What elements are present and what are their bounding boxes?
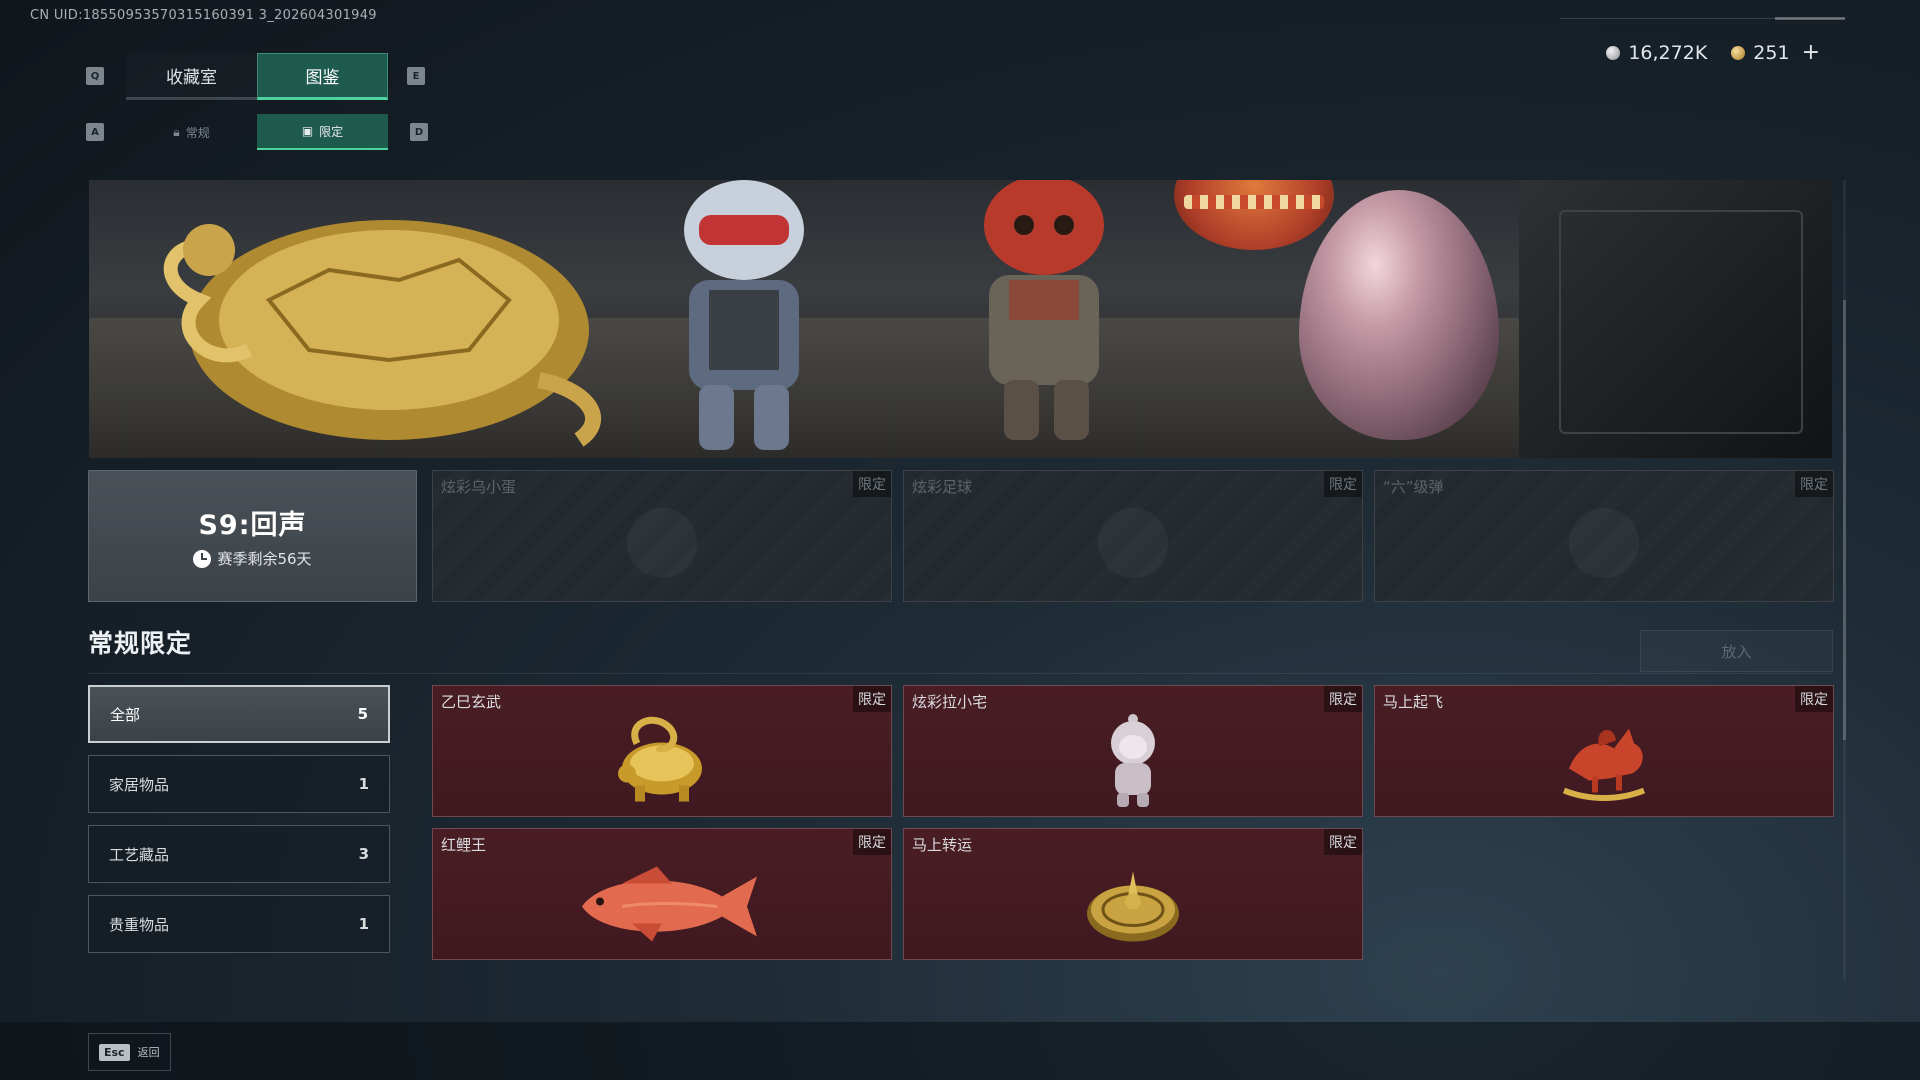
- back-button[interactable]: Esc 返回: [88, 1033, 171, 1071]
- pearl-egg-art: [1299, 190, 1499, 440]
- category-valuables[interactable]: 贵重物品 1: [88, 895, 390, 953]
- limited-tag: 限定: [853, 829, 891, 855]
- item-card[interactable]: 炫彩拉小宅 限定: [903, 685, 1363, 817]
- golden-wheel-icon: [1087, 871, 1179, 942]
- locked-item-card[interactable]: 炫彩足球 限定: [903, 470, 1363, 602]
- subtab-limited[interactable]: ▣ 限定: [257, 114, 388, 150]
- item-name: 乙巳玄武: [441, 693, 502, 711]
- scrollbar-thumb[interactable]: [1843, 300, 1846, 740]
- astronaut-figure-art: [684, 180, 804, 450]
- gold-amount: 251: [1753, 41, 1790, 64]
- season-title: S9:回声: [198, 510, 307, 541]
- item-silhouette-icon: [627, 507, 697, 578]
- locked-item-name: 炫彩足球: [912, 478, 973, 496]
- equipment-case-art: [1519, 180, 1832, 458]
- category-count: 3: [358, 845, 369, 863]
- limited-tag: 限定: [1324, 829, 1362, 855]
- category-crafts[interactable]: 工艺藏品 3: [88, 825, 390, 883]
- currency-bar: 16,272K 251 +: [1606, 40, 1820, 65]
- category-count: 1: [358, 915, 369, 933]
- bottom-bar: [0, 1022, 1920, 1080]
- season-remaining-text: 赛季剩余56天: [217, 550, 312, 568]
- item-name: 红鲤王: [441, 836, 487, 854]
- category-label: 工艺藏品: [109, 845, 170, 864]
- season-banner-image: [89, 180, 1832, 458]
- silver-coin-icon: [1606, 45, 1621, 60]
- tab-prev-key-hint: Q: [86, 67, 104, 85]
- subtab-limited-label: 限定: [319, 124, 344, 139]
- lock-icon: 🔒︎: [173, 124, 180, 139]
- category-home-items[interactable]: 家居物品 1: [88, 755, 390, 813]
- season-info-panel: S9:回声 赛季剩余56天: [88, 470, 417, 602]
- sub-tabs: 🔒︎ 常规 ▣ 限定: [126, 114, 388, 150]
- category-label: 贵重物品: [109, 915, 170, 934]
- gold-coin-icon: [1731, 45, 1746, 60]
- subtab-prev-key-hint: A: [86, 123, 104, 141]
- esc-key-hint: Esc: [99, 1043, 130, 1061]
- locked-item-card[interactable]: 炫彩乌小蛋 限定: [432, 470, 892, 602]
- category-label: 全部: [110, 705, 141, 724]
- silver-currency: 16,272K: [1606, 42, 1707, 64]
- category-all[interactable]: 全部 5: [88, 685, 390, 743]
- section-divider: [88, 673, 1833, 674]
- item-name: 马上起飞: [1383, 693, 1444, 711]
- tab-catalog[interactable]: 图鉴: [257, 53, 388, 100]
- limited-tag: 限定: [853, 471, 891, 497]
- silver-amount: 16,272K: [1628, 41, 1708, 64]
- player-uid: CN UID:18550953570315160391 3_2026043019…: [30, 8, 377, 23]
- image-icon: ▣: [301, 124, 314, 138]
- category-count: 5: [357, 705, 368, 723]
- limited-tag: 限定: [853, 686, 891, 712]
- section-title: 常规限定: [88, 629, 193, 658]
- red-carp-icon: [582, 866, 757, 942]
- item-card[interactable]: 乙巳玄武 限定: [432, 685, 892, 817]
- item-silhouette-icon: [1569, 507, 1639, 578]
- decorative-ball-art: [1174, 180, 1334, 250]
- tab-collection-room[interactable]: 收藏室: [126, 53, 257, 100]
- tab-next-key-hint: E: [407, 67, 425, 85]
- item-name: 炫彩拉小宅: [912, 693, 988, 711]
- put-in-button[interactable]: 放入: [1640, 630, 1833, 672]
- gold-currency: 251 +: [1731, 40, 1820, 65]
- golden-turtle-snake-icon: [618, 717, 702, 802]
- flying-horse-icon: [1562, 728, 1646, 802]
- locked-item-name: 炫彩乌小蛋: [441, 478, 517, 496]
- main-tabs: 收藏室 图鉴: [126, 53, 388, 100]
- category-label: 家居物品: [109, 775, 170, 794]
- limited-tag: 限定: [1795, 686, 1833, 712]
- locked-item-name: “六”级弹: [1383, 478, 1444, 496]
- doll-figure-icon: [1111, 714, 1155, 808]
- limited-tag: 限定: [1795, 471, 1833, 497]
- limited-tag: 限定: [1324, 686, 1362, 712]
- back-label: 返回: [137, 1046, 160, 1059]
- add-currency-button[interactable]: +: [1802, 40, 1820, 65]
- item-card[interactable]: 红鲤王 限定: [432, 828, 892, 960]
- limited-tag: 限定: [1324, 471, 1362, 497]
- red-helmet-figure-art: [984, 180, 1104, 440]
- golden-dragon-turtle-art: [163, 220, 602, 447]
- item-name: 马上转运: [912, 836, 973, 854]
- subtab-regular[interactable]: 🔒︎ 常规: [126, 114, 257, 150]
- category-count: 1: [358, 775, 369, 793]
- item-card[interactable]: 马上起飞 限定: [1374, 685, 1834, 817]
- item-card[interactable]: 马上转运 限定: [903, 828, 1363, 960]
- clock-icon: [193, 549, 212, 568]
- item-silhouette-icon: [1098, 507, 1168, 578]
- locked-item-card[interactable]: “六”级弹 限定: [1374, 470, 1834, 602]
- subtab-next-key-hint: D: [410, 123, 428, 141]
- season-remaining: 赛季剩余56天: [193, 548, 312, 569]
- top-progress-line: [1560, 17, 1845, 20]
- subtab-regular-label: 常规: [185, 125, 210, 140]
